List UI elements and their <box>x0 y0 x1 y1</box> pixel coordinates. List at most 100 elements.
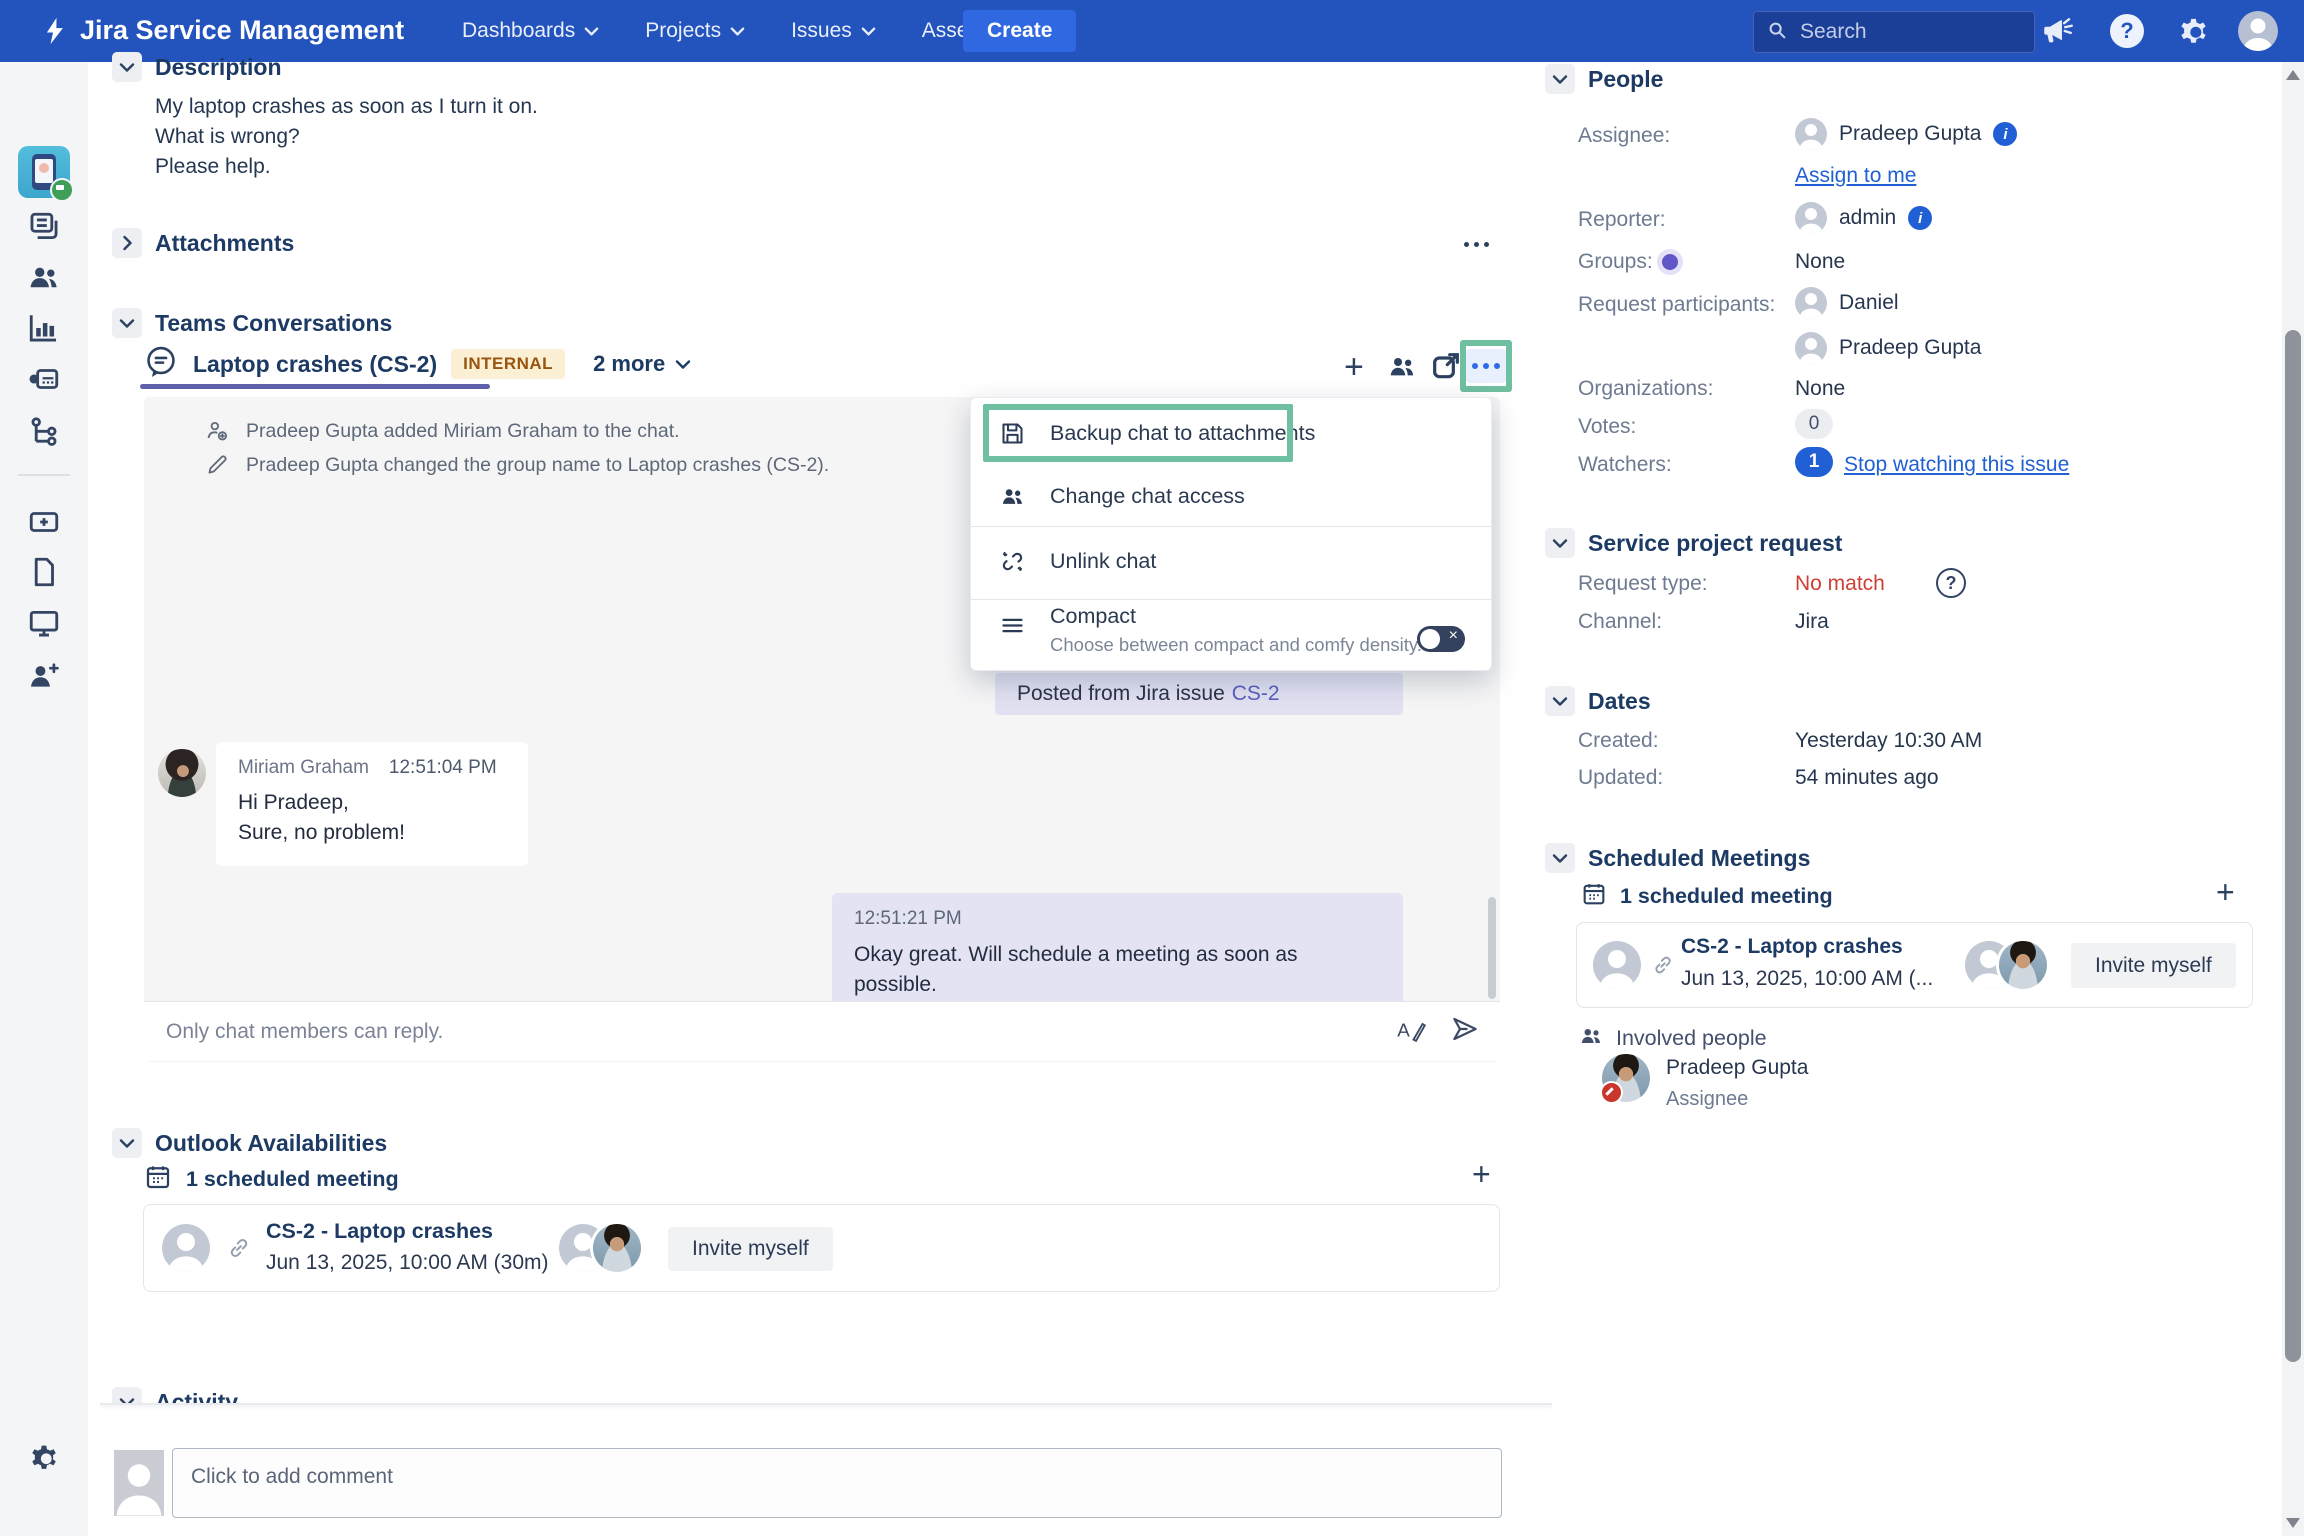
chat-more-menu-button[interactable] <box>1466 349 1506 383</box>
attendee-avatar-photo <box>1999 941 2047 989</box>
request-type-help-icon[interactable]: ? <box>1936 568 1966 598</box>
search-icon <box>1766 19 1788 46</box>
chat-scrollbar-thumb[interactable] <box>1488 897 1496 999</box>
outlook-collapse-button[interactable] <box>112 1128 142 1158</box>
toggle-knob <box>1420 629 1440 649</box>
votes-count-badge[interactable]: 0 <box>1795 409 1833 439</box>
chevron-down-icon <box>730 26 745 37</box>
involved-people-title: Involved people <box>1616 1026 1767 1051</box>
calendar-icon <box>143 1162 173 1197</box>
invite-myself-button[interactable]: Invite myself <box>668 1227 833 1271</box>
panel-meeting-count: 1 scheduled meeting <box>1620 884 1833 909</box>
outlook-meeting-card[interactable]: CS-2 - Laptop crashes Jun 13, 2025, 10:0… <box>143 1204 1500 1292</box>
involved-person-name: Pradeep Gupta <box>1666 1056 1808 1080</box>
watchers-count-badge[interactable]: 1 <box>1795 447 1833 477</box>
add-comment-field[interactable] <box>172 1448 1502 1518</box>
menu-item-label: Compact <box>1050 604 1422 629</box>
page-scrollbar[interactable] <box>2282 62 2304 1536</box>
menu-item-label: Backup chat to attachments <box>1050 421 1315 446</box>
blocked-status-badge <box>1600 1081 1623 1104</box>
involved-person-role: Assignee <box>1666 1088 1748 1111</box>
internal-badge: INTERNAL <box>451 349 565 379</box>
invite-myself-button[interactable]: Invite myself <box>2071 943 2236 988</box>
attachments-title: Attachments <box>155 230 294 257</box>
create-button-label: Create <box>987 19 1052 43</box>
menu-item-label: Change chat access <box>1050 484 1245 509</box>
project-avatar[interactable] <box>18 146 70 198</box>
issue-link[interactable]: CS-2 <box>1232 682 1280 706</box>
scroll-down-arrow[interactable] <box>2286 1518 2300 1528</box>
activity-collapse-button[interactable] <box>112 1387 142 1404</box>
dates-collapse-button[interactable] <box>1545 686 1575 716</box>
activity-title: Activity <box>155 1389 238 1405</box>
info-icon[interactable]: i <box>1993 122 2017 146</box>
help-icon[interactable]: ? <box>2110 14 2144 48</box>
scheduled-meetings-collapse-button[interactable] <box>1545 843 1575 873</box>
menu-item-compact[interactable]: Compact Choose between compact and comfy… <box>971 604 1491 664</box>
chat-tab-title[interactable]: Laptop crashes (CS-2) <box>193 351 437 378</box>
reply-disabled-text: Only chat members can reply. <box>166 1020 1372 1044</box>
customers-icon[interactable] <box>27 261 61 295</box>
outlook-meeting-count: 1 scheduled meeting <box>186 1167 399 1192</box>
people-collapse-button[interactable] <box>1545 64 1575 94</box>
posted-from-jira-message: Posted from Jira issue CS-2 <box>995 673 1403 715</box>
nav-issues[interactable]: Issues <box>791 19 876 43</box>
send-message-icon[interactable] <box>1450 1014 1480 1049</box>
more-chats-dropdown[interactable]: 2 more <box>593 351 691 377</box>
outlook-title: Outlook Availabilities <box>155 1130 387 1157</box>
participant-row: Pradeep Gupta <box>1795 332 1981 364</box>
search-input[interactable] <box>1798 19 1982 45</box>
add-people-icon[interactable] <box>1386 350 1418 387</box>
groups-loading-dot <box>1662 254 1678 270</box>
channels-camera-icon[interactable] <box>27 362 61 396</box>
involved-people-icon <box>1578 1023 1604 1054</box>
people-section-title: People <box>1588 66 1663 93</box>
activity-divider <box>100 1403 1552 1405</box>
reports-icon[interactable] <box>27 311 61 345</box>
chat-status-badge <box>50 178 74 202</box>
attachments-expand-button[interactable] <box>112 228 142 258</box>
assign-to-me-link[interactable]: Assign to me <box>1795 164 1916 188</box>
menu-item-description: Choose between compact and comfy density… <box>1050 634 1422 656</box>
assignee-value: Pradeep Gupta i <box>1795 118 2017 150</box>
menu-item-unlink-chat[interactable]: Unlink chat <box>971 532 1491 590</box>
message-line: Okay great. Will schedule a meeting as s… <box>854 940 1381 1000</box>
add-card-icon[interactable] <box>27 505 61 539</box>
updated-label: Updated: <box>1578 766 1663 790</box>
user-avatar[interactable] <box>2238 11 2278 51</box>
info-icon[interactable]: i <box>1908 206 1932 230</box>
description-collapse-button[interactable] <box>112 52 142 82</box>
sidebar-settings-gear-icon[interactable] <box>27 1440 61 1474</box>
menu-item-backup-chat[interactable]: Backup chat to attachments <box>971 404 1491 462</box>
teams-conversations-collapse-button[interactable] <box>112 308 142 338</box>
outlook-add-meeting-icon[interactable]: + <box>1472 1158 1491 1190</box>
workflow-tree-icon[interactable] <box>27 415 61 449</box>
channel-label: Channel: <box>1578 610 1662 634</box>
menu-item-change-chat-access[interactable]: Change chat access <box>971 468 1491 524</box>
invite-people-icon[interactable] <box>27 659 61 693</box>
create-button[interactable]: Create <box>963 10 1076 52</box>
format-text-icon[interactable]: A <box>1396 1014 1426 1049</box>
invite-myself-label: Invite myself <box>692 1237 809 1261</box>
nav-projects[interactable]: Projects <box>645 19 745 43</box>
open-in-teams-popout-icon[interactable] <box>1430 350 1462 387</box>
displays-icon[interactable] <box>27 606 61 640</box>
chat-more-menu-highlight <box>1460 340 1512 392</box>
page-scrollbar-thumb[interactable] <box>2285 330 2301 1362</box>
updated-value: 54 minutes ago <box>1795 766 1939 790</box>
nav-dashboards[interactable]: Dashboards <box>462 19 599 43</box>
panel-meeting-card[interactable]: CS-2 - Laptop crashes Jun 13, 2025, 10:0… <box>1576 922 2253 1008</box>
compact-toggle[interactable]: × <box>1417 626 1465 652</box>
attachments-more-icon[interactable] <box>1464 242 1489 247</box>
panel-add-meeting-icon[interactable]: + <box>2216 876 2235 908</box>
stop-watching-link[interactable]: Stop watching this issue <box>1844 453 2069 477</box>
announcements-megaphone-icon[interactable] <box>2040 14 2074 53</box>
settings-gear-icon[interactable] <box>2176 13 2211 53</box>
outgoing-message-bubble: 12:51:21 PM Okay great. Will schedule a … <box>832 893 1403 1001</box>
service-request-collapse-button[interactable] <box>1545 528 1575 558</box>
global-search[interactable] <box>1753 11 2035 53</box>
new-chat-plus-icon[interactable]: + <box>1344 350 1364 384</box>
pages-icon[interactable] <box>27 555 61 589</box>
scroll-up-arrow[interactable] <box>2286 70 2300 80</box>
queues-icon[interactable] <box>27 210 61 244</box>
